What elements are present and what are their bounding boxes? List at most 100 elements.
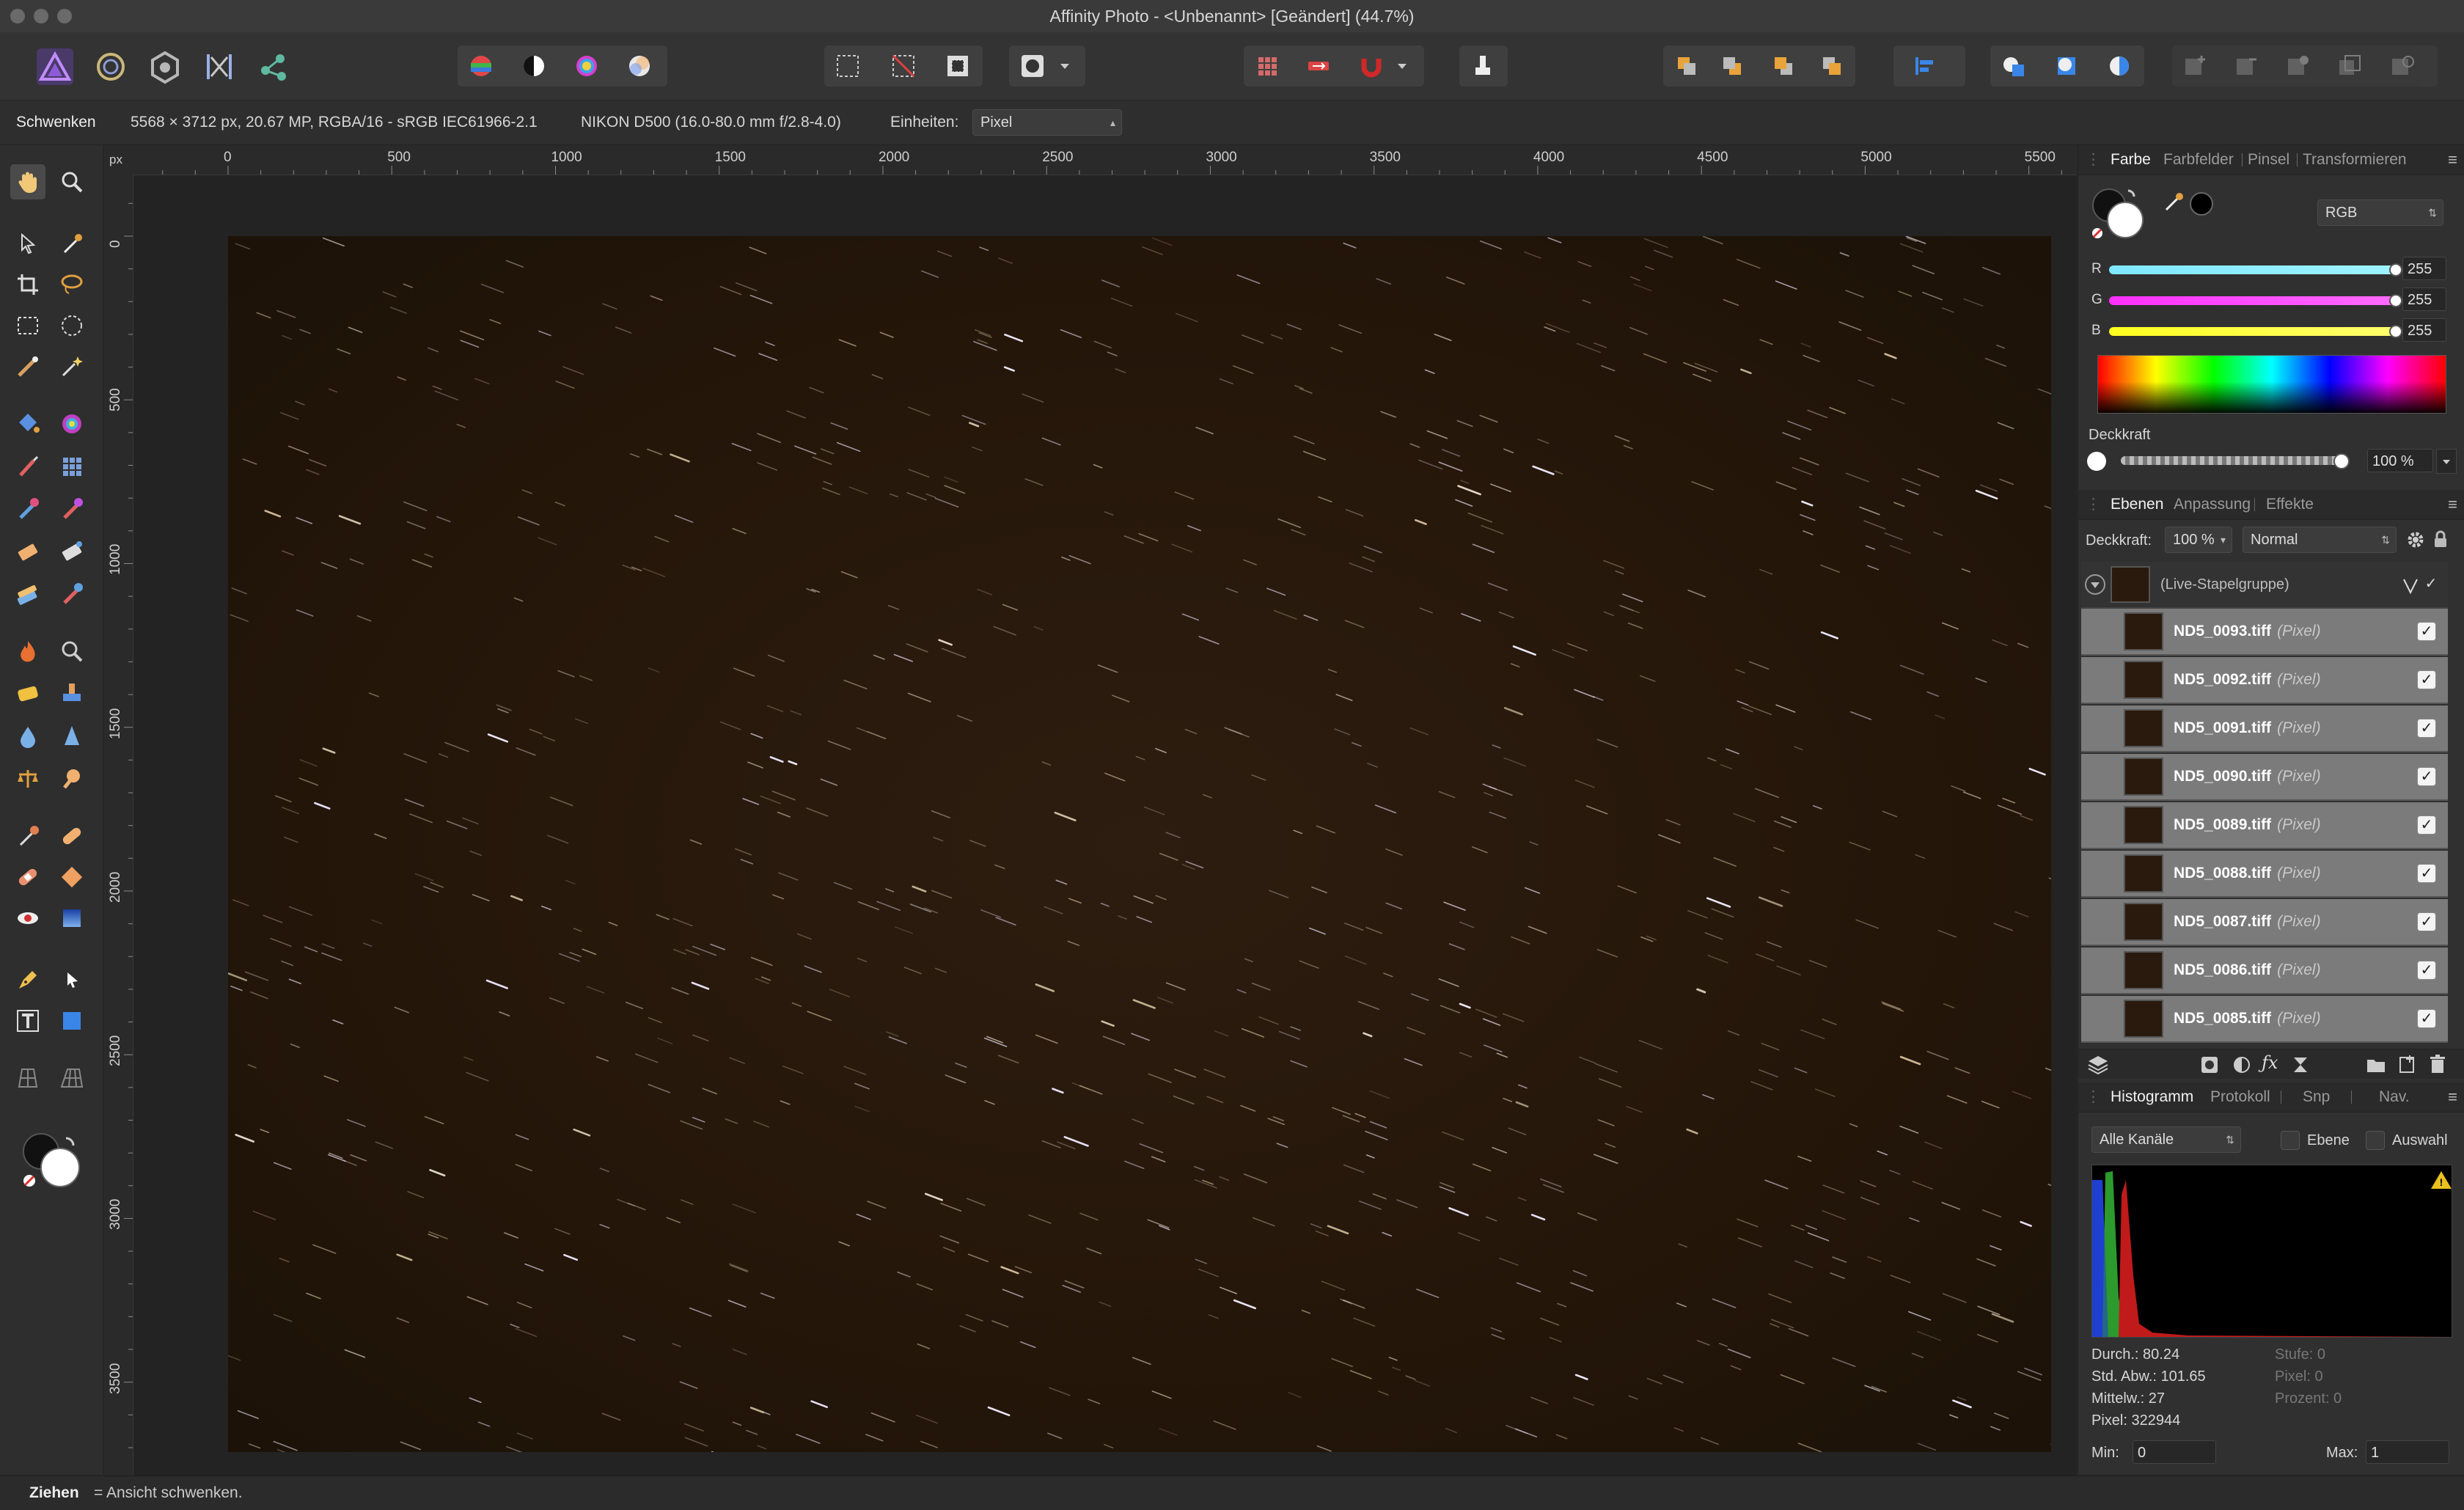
opacity-slider-knob[interactable] (2333, 453, 2350, 469)
tab-adjustments[interactable]: Anpassung (2174, 490, 2251, 519)
sponge-tool[interactable] (10, 676, 45, 711)
delete-layer-footer-button[interactable] (2429, 1054, 2446, 1078)
b-slider-knob[interactable] (2389, 325, 2402, 338)
layer-row[interactable]: ND5_0085.tiff(Pixel)✓ (2081, 996, 2448, 1043)
opacity-dropdown[interactable] (2436, 449, 2457, 474)
background-erase-tool[interactable] (54, 534, 89, 569)
g-slider[interactable] (2109, 296, 2402, 305)
add-live-filter-button[interactable] (2291, 1055, 2310, 1078)
pixel-tool[interactable] (54, 449, 89, 484)
color-picker-tool[interactable] (54, 226, 89, 261)
b-value[interactable]: 255 (2402, 318, 2446, 342)
layer-row[interactable]: ND5_0087.tiff(Pixel)✓ (2081, 899, 2448, 946)
intersect-shape-button[interactable] (2106, 53, 2133, 79)
quick-mask-dropdown[interactable] (1056, 53, 1074, 79)
close-window-button[interactable] (10, 9, 25, 23)
channel-select[interactable]: Alle Kanäle ⇅ (2091, 1126, 2241, 1153)
select-all-button[interactable] (835, 53, 861, 79)
opacity-slider[interactable] (2121, 456, 2341, 465)
layer-row[interactable]: ND5_0090.tiff(Pixel)✓ (2081, 754, 2448, 801)
perspective-tool[interactable] (54, 1060, 89, 1096)
layer-visibility-checkbox[interactable]: ✓ (2417, 816, 2436, 835)
move-to-front-button[interactable] (1819, 53, 1845, 79)
merge-layer-button[interactable] (2285, 53, 2311, 79)
move-forward-button[interactable] (1770, 53, 1797, 79)
node-tool[interactable] (54, 962, 89, 997)
inpainting-brush-tool[interactable] (54, 860, 89, 895)
blend-mode-select[interactable]: Normal ⇅ (2243, 527, 2397, 553)
liquify-brush-tool[interactable] (54, 761, 89, 796)
b-slider[interactable] (2109, 327, 2402, 336)
color-panel-swatch[interactable] (2089, 183, 2140, 241)
layer-row[interactable]: ND5_0088.tiff(Pixel)✓ (2081, 851, 2448, 898)
sharpen-brush-tool[interactable] (54, 719, 89, 754)
snapping-button[interactable] (1358, 53, 1385, 79)
layer-group-row[interactable]: (Live-Stapelgruppe) ✓ (2081, 562, 2448, 609)
recolor-button[interactable] (626, 53, 653, 79)
tab-transform[interactable]: Transformieren (2303, 145, 2407, 175)
layer-visibility-checkbox[interactable]: ✓ (2417, 622, 2436, 641)
align-button[interactable] (1911, 53, 1937, 79)
layer-row[interactable]: ND5_0093.tiff(Pixel)✓ (2081, 609, 2448, 656)
tab-snapshots[interactable]: Snp (2303, 1082, 2330, 1112)
layer-checkbox[interactable] (2281, 1131, 2300, 1150)
add-mask-button[interactable] (2200, 1055, 2219, 1078)
panel-menu-icon[interactable]: ≡ (2448, 1082, 2457, 1112)
inpaint-zoom-tool[interactable] (54, 634, 89, 669)
view-tool[interactable] (10, 164, 45, 199)
zoom-tool[interactable] (54, 164, 89, 199)
freehand-selection-tool[interactable] (54, 267, 89, 302)
elliptical-marquee-tool[interactable] (54, 308, 89, 343)
layer-visibility-checkbox[interactable]: ✓ (2417, 1009, 2436, 1028)
panel-menu-icon[interactable]: ≡ (2448, 145, 2457, 175)
tab-brushes[interactable]: Pinsel (2248, 145, 2289, 175)
erase-brush-tool[interactable] (10, 534, 45, 569)
layer-row[interactable]: ND5_0086.tiff(Pixel)✓ (2081, 948, 2448, 994)
tone-mapping-persona-button[interactable] (201, 48, 238, 85)
patch-tool[interactable] (54, 818, 89, 854)
rectangle-tool[interactable] (54, 1003, 89, 1038)
tab-swatches[interactable]: Farbfelder (2163, 145, 2234, 175)
clone-brush-tool[interactable] (54, 676, 89, 711)
mixer-brush-tool[interactable] (54, 491, 89, 527)
blemish-removal-tool[interactable] (10, 860, 45, 895)
flood-select-tool[interactable] (54, 349, 89, 384)
color-mode-select[interactable]: RGB ⇅ (2317, 199, 2443, 226)
color-replacement-tool[interactable] (10, 491, 45, 527)
subtract-shape-button[interactable] (2053, 53, 2080, 79)
zoom-window-button[interactable] (57, 9, 72, 23)
tab-effects[interactable]: Effekte (2266, 490, 2314, 519)
duplicate-layer-button[interactable] (2336, 53, 2363, 79)
vertical-ruler[interactable]: 0500100015002000250030003500 (103, 175, 133, 1476)
quick-mask-button[interactable] (1019, 53, 1046, 79)
invert-selection-button[interactable] (945, 53, 971, 79)
layer-row[interactable]: ND5_0089.tiff(Pixel)✓ (2081, 802, 2448, 849)
healing-brush-tool[interactable] (10, 818, 45, 854)
color-well[interactable] (16, 1126, 75, 1185)
group-visibility-checkbox[interactable]: ✓ (2421, 575, 2441, 594)
add-fx-button[interactable]: ƒx (2262, 1052, 2278, 1073)
move-tool[interactable] (10, 226, 45, 261)
gradient-fill-tool[interactable] (54, 901, 89, 936)
r-slider[interactable] (2109, 265, 2402, 274)
layer-visibility-checkbox[interactable]: ✓ (2417, 719, 2436, 738)
rasterize-layer-button[interactable] (2389, 53, 2416, 79)
layer-row[interactable]: ND5_0092.tiff(Pixel)✓ (2081, 657, 2448, 704)
g-slider-knob[interactable] (2389, 294, 2402, 307)
layer-settings-button[interactable] (2405, 529, 2426, 554)
layer-visibility-checkbox[interactable]: ✓ (2417, 961, 2436, 980)
minimize-window-button[interactable] (34, 9, 48, 23)
layer-row[interactable]: ND5_0091.tiff(Pixel)✓ (2081, 705, 2448, 752)
min-input[interactable]: 0 (2133, 1440, 2216, 1464)
liquify-persona-button[interactable] (92, 48, 129, 85)
gradient-tool[interactable] (54, 406, 89, 441)
grid-button[interactable] (1254, 53, 1280, 79)
color-opacity-value[interactable]: 100 % (2367, 449, 2433, 472)
export-persona-button[interactable] (255, 48, 292, 85)
units-select[interactable]: Pixel ▴ (972, 109, 1122, 136)
paint-brush-tool[interactable] (10, 449, 45, 484)
crop-tool[interactable] (10, 267, 45, 302)
r-value[interactable]: 255 (2402, 257, 2446, 280)
blur-brush-tool[interactable] (10, 719, 45, 754)
max-input[interactable]: 1 (2366, 1440, 2449, 1464)
